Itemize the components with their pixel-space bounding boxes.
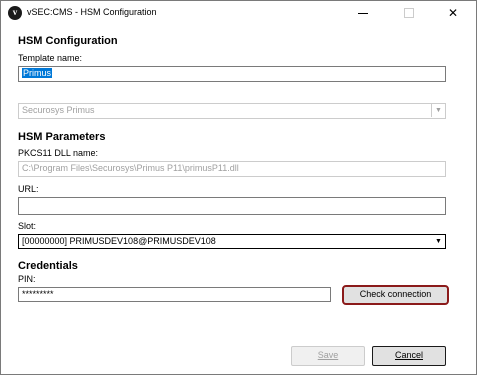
url-input[interactable]: [18, 197, 446, 215]
credentials-heading: Credentials: [18, 260, 78, 272]
hsm-type-value: Securosys Primus: [22, 105, 95, 115]
template-name-input[interactable]: Primus: [18, 66, 446, 82]
save-button: Save: [291, 346, 365, 366]
pkcs11-dll-input: C:\Program Files\Securosys\Primus P11\pr…: [18, 161, 446, 177]
maximize-button: [386, 1, 432, 25]
cancel-label: Cancel: [394, 350, 423, 360]
template-name-value: Primus: [22, 68, 53, 78]
url-label: URL:: [18, 184, 39, 194]
pkcs11-dll-label: PKCS11 DLL name:: [18, 148, 99, 158]
app-icon-glyph: v: [12, 7, 18, 17]
slot-select[interactable]: [00000000] PRIMUSDEV108@PRIMUSDEV108 ▼: [18, 234, 446, 249]
save-label: Save: [317, 350, 339, 360]
cancel-button[interactable]: Cancel: [372, 346, 446, 366]
minimize-button[interactable]: [340, 1, 386, 25]
slot-value: [00000000] PRIMUSDEV108@PRIMUSDEV108: [22, 236, 216, 246]
pin-label: PIN:: [18, 274, 36, 284]
chevron-down-icon: ▼: [435, 238, 442, 245]
maximize-icon: [404, 8, 414, 18]
title-bar: v vSEC:CMS - HSM Configuration ✕: [1, 1, 476, 25]
window-title: vSEC:CMS - HSM Configuration: [27, 7, 157, 17]
hsm-type-select: Securosys Primus ▼: [18, 103, 446, 119]
template-name-label: Template name:: [18, 53, 83, 63]
close-button[interactable]: ✕: [430, 1, 476, 25]
chevron-down-icon: ▼: [431, 104, 445, 117]
minimize-icon: [358, 13, 368, 14]
hsm-configuration-heading: HSM Configuration: [18, 35, 118, 47]
vsec-app-icon: v: [8, 6, 22, 20]
slot-label: Slot:: [18, 221, 37, 231]
close-icon: ✕: [447, 6, 459, 20]
pin-input[interactable]: *********: [18, 287, 331, 302]
pkcs11-dll-value: C:\Program Files\Securosys\Primus P11\pr…: [22, 163, 239, 173]
check-connection-button[interactable]: Check connection: [342, 285, 449, 305]
hsm-parameters-heading: HSM Parameters: [18, 131, 106, 143]
dialog-window: v vSEC:CMS - HSM Configuration ✕ HSM Con…: [0, 0, 477, 375]
